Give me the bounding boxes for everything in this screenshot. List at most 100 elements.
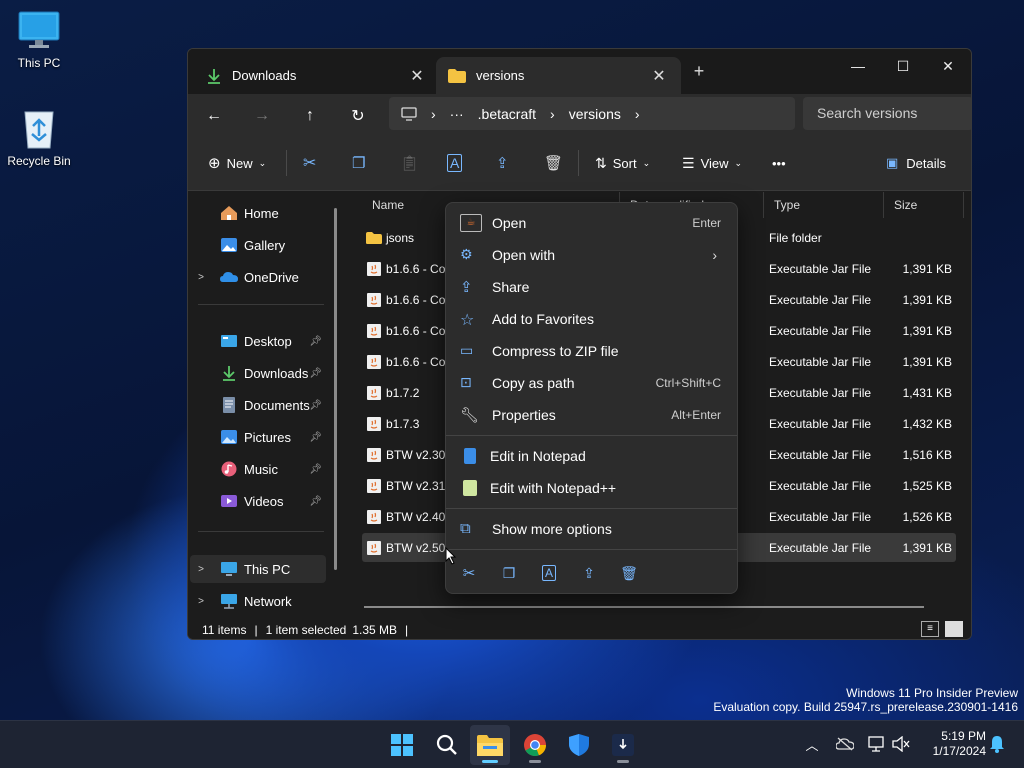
pin-icon[interactable]: 📌︎ (309, 496, 322, 507)
paste-button[interactable]: 📋︎ (400, 150, 419, 176)
desktop-icon-this-pc[interactable]: This PC (1, 10, 77, 70)
new-button[interactable]: ⊕ New ⌄ (208, 150, 266, 176)
rename-button[interactable]: A (447, 150, 463, 176)
sidebar-item-downloads[interactable]: Downloads 📌︎ (190, 359, 326, 387)
delete-button[interactable]: 🗑︎ (544, 150, 563, 176)
close-tab-icon[interactable]: ✕ (649, 66, 669, 86)
expand-chevron-icon[interactable]: > (190, 596, 212, 607)
menu-item-properties[interactable]: 🔧︎ Properties Alt+Enter (450, 400, 733, 430)
expand-chevron-icon[interactable]: > (190, 564, 212, 575)
chevron-down-icon: ⌄ (642, 157, 651, 168)
quick-rename-button[interactable]: A (537, 561, 561, 585)
sidebar-item-gallery[interactable]: Gallery (190, 231, 326, 259)
tab-versions[interactable]: versions ✕ (436, 57, 681, 94)
close-tab-icon[interactable]: ✕ (407, 66, 427, 86)
sidebar-item-this-pc[interactable]: > This PC (190, 555, 326, 583)
close-window-button[interactable]: ✕ (925, 51, 971, 81)
more-options-button[interactable]: ••• (772, 150, 786, 176)
chevron-up-icon: ︿ (805, 737, 819, 753)
sidebar-scrollbar[interactable] (334, 208, 337, 570)
menu-item-label: Show more options (492, 521, 612, 537)
forward-button[interactable]: → (248, 102, 276, 130)
menu-divider (446, 435, 737, 436)
breadcrumb[interactable]: › ··· .betacraft › versions › (389, 97, 795, 130)
share-button[interactable]: ⇪ (496, 150, 509, 176)
pin-icon[interactable]: 📌︎ (309, 368, 322, 379)
network-tray-icon[interactable] (866, 733, 888, 755)
sidebar-item-pictures[interactable]: Pictures 📌︎ (190, 423, 326, 451)
taskbar-app[interactable] (603, 725, 643, 765)
taskbar-chrome[interactable] (515, 725, 555, 765)
new-tab-button[interactable]: + (688, 61, 710, 82)
maximize-button[interactable]: ☐ (880, 51, 926, 81)
expand-chevron-icon[interactable]: > (190, 272, 212, 283)
pin-icon[interactable]: 📌︎ (309, 336, 322, 347)
volume-tray-icon[interactable] (890, 733, 912, 755)
notifications-button[interactable] (986, 733, 1008, 755)
quick-copy-button[interactable]: ❐ (497, 561, 521, 585)
copy-button[interactable]: ❐ (352, 150, 365, 176)
sidebar-item-home[interactable]: Home (190, 199, 326, 227)
minimize-button[interactable]: — (835, 51, 881, 81)
menu-item-share[interactable]: ⇪ Share (450, 272, 733, 302)
cut-button[interactable]: ✂ (303, 150, 316, 176)
notepad-icon (464, 448, 476, 464)
arrow-left-icon: ← (206, 107, 222, 124)
up-button[interactable]: ↑ (296, 102, 324, 130)
horizontal-scrollbar[interactable] (364, 606, 924, 608)
view-button[interactable]: ☰ View ⌄ (682, 150, 742, 176)
refresh-button[interactable]: ↻ (344, 102, 372, 130)
taskbar-file-explorer[interactable] (470, 725, 510, 765)
details-pane-button[interactable]: ▣ Details (886, 150, 946, 176)
search-button[interactable] (427, 725, 467, 765)
file-name: b1.6.6 - Cop (386, 262, 453, 276)
pin-icon[interactable]: 📌︎ (309, 464, 322, 475)
file-name: BTW v2.30 (386, 448, 446, 462)
copy-path-icon: ⊡ (460, 374, 472, 390)
onedrive-tray-icon[interactable] (834, 733, 856, 755)
copy-icon: ❐ (502, 564, 516, 581)
sidebar-item-music[interactable]: Music 📌︎ (190, 455, 326, 483)
show-hidden-icons-button[interactable]: ︿ (801, 733, 823, 755)
tiles-view-toggle-icon[interactable] (945, 621, 963, 637)
menu-item-edit-in-notepad[interactable]: Edit in Notepad (450, 441, 733, 471)
taskbar-windows-security[interactable] (559, 725, 599, 765)
quick-share-button[interactable]: ⇪ (577, 561, 601, 585)
system-clock[interactable]: 5:19 PM 1/17/2024 (912, 729, 986, 759)
menu-item-open[interactable]: ☕︎ Open Enter (450, 208, 733, 238)
menu-item-show-more-options[interactable]: ⧉ Show more options (450, 514, 733, 544)
desktop-icon-recycle-bin[interactable]: Recycle Bin (1, 106, 77, 168)
menu-item-label: Add to Favorites (492, 311, 594, 327)
tab-downloads[interactable]: Downloads ✕ (194, 57, 439, 94)
menu-item-open-with[interactable]: ⚙︎ Open with › (450, 240, 733, 270)
menu-item-edit-with-notepad-plus-plus[interactable]: Edit with Notepad++ (450, 473, 733, 503)
search-input[interactable]: Search versions (803, 97, 971, 130)
sidebar-item-onedrive[interactable]: > OneDrive (190, 263, 326, 291)
sidebar-item-network[interactable]: > Network (190, 587, 326, 615)
sidebar-item-videos[interactable]: Videos 📌︎ (190, 487, 326, 515)
breadcrumb-item-versions[interactable]: versions (569, 106, 621, 122)
back-button[interactable]: ← (200, 102, 228, 130)
sidebar-item-desktop[interactable]: Desktop 📌︎ (190, 327, 326, 355)
menu-item-compress-zip[interactable]: ▭ Compress to ZIP file (450, 336, 733, 366)
breadcrumb-item-betacraft[interactable]: .betacraft (478, 106, 536, 122)
breadcrumb-chevron-icon: › (431, 105, 436, 122)
column-header-type[interactable]: Type (764, 192, 884, 218)
sort-button[interactable]: ⇅ Sort ⌄ (595, 150, 650, 176)
column-header-size[interactable]: Size (884, 192, 964, 218)
details-view-toggle-icon[interactable]: ≡ (921, 621, 939, 637)
menu-item-add-to-favorites[interactable]: ☆ Add to Favorites (450, 304, 733, 334)
menu-item-copy-as-path[interactable]: ⊡ Copy as path Ctrl+Shift+C (450, 368, 733, 398)
pin-icon[interactable]: 📌︎ (309, 400, 322, 411)
pin-icon[interactable]: 📌︎ (309, 432, 322, 443)
breadcrumb-chevron-icon: › (634, 105, 640, 122)
quick-cut-button[interactable]: ✂ (457, 561, 481, 585)
sidebar-item-documents[interactable]: Documents 📌︎ (190, 391, 326, 419)
start-button[interactable] (382, 725, 422, 765)
file-size: 1,432 KB (902, 417, 952, 431)
file-name: jsons (386, 231, 415, 245)
quick-delete-button[interactable]: 🗑︎ (617, 561, 641, 585)
address-bar-row: ← → ↑ ↻ › ··· .betacraft › versions › Se… (188, 94, 971, 136)
breadcrumb-more[interactable]: ··· (450, 106, 464, 122)
file-type: Executable Jar File (769, 355, 872, 369)
